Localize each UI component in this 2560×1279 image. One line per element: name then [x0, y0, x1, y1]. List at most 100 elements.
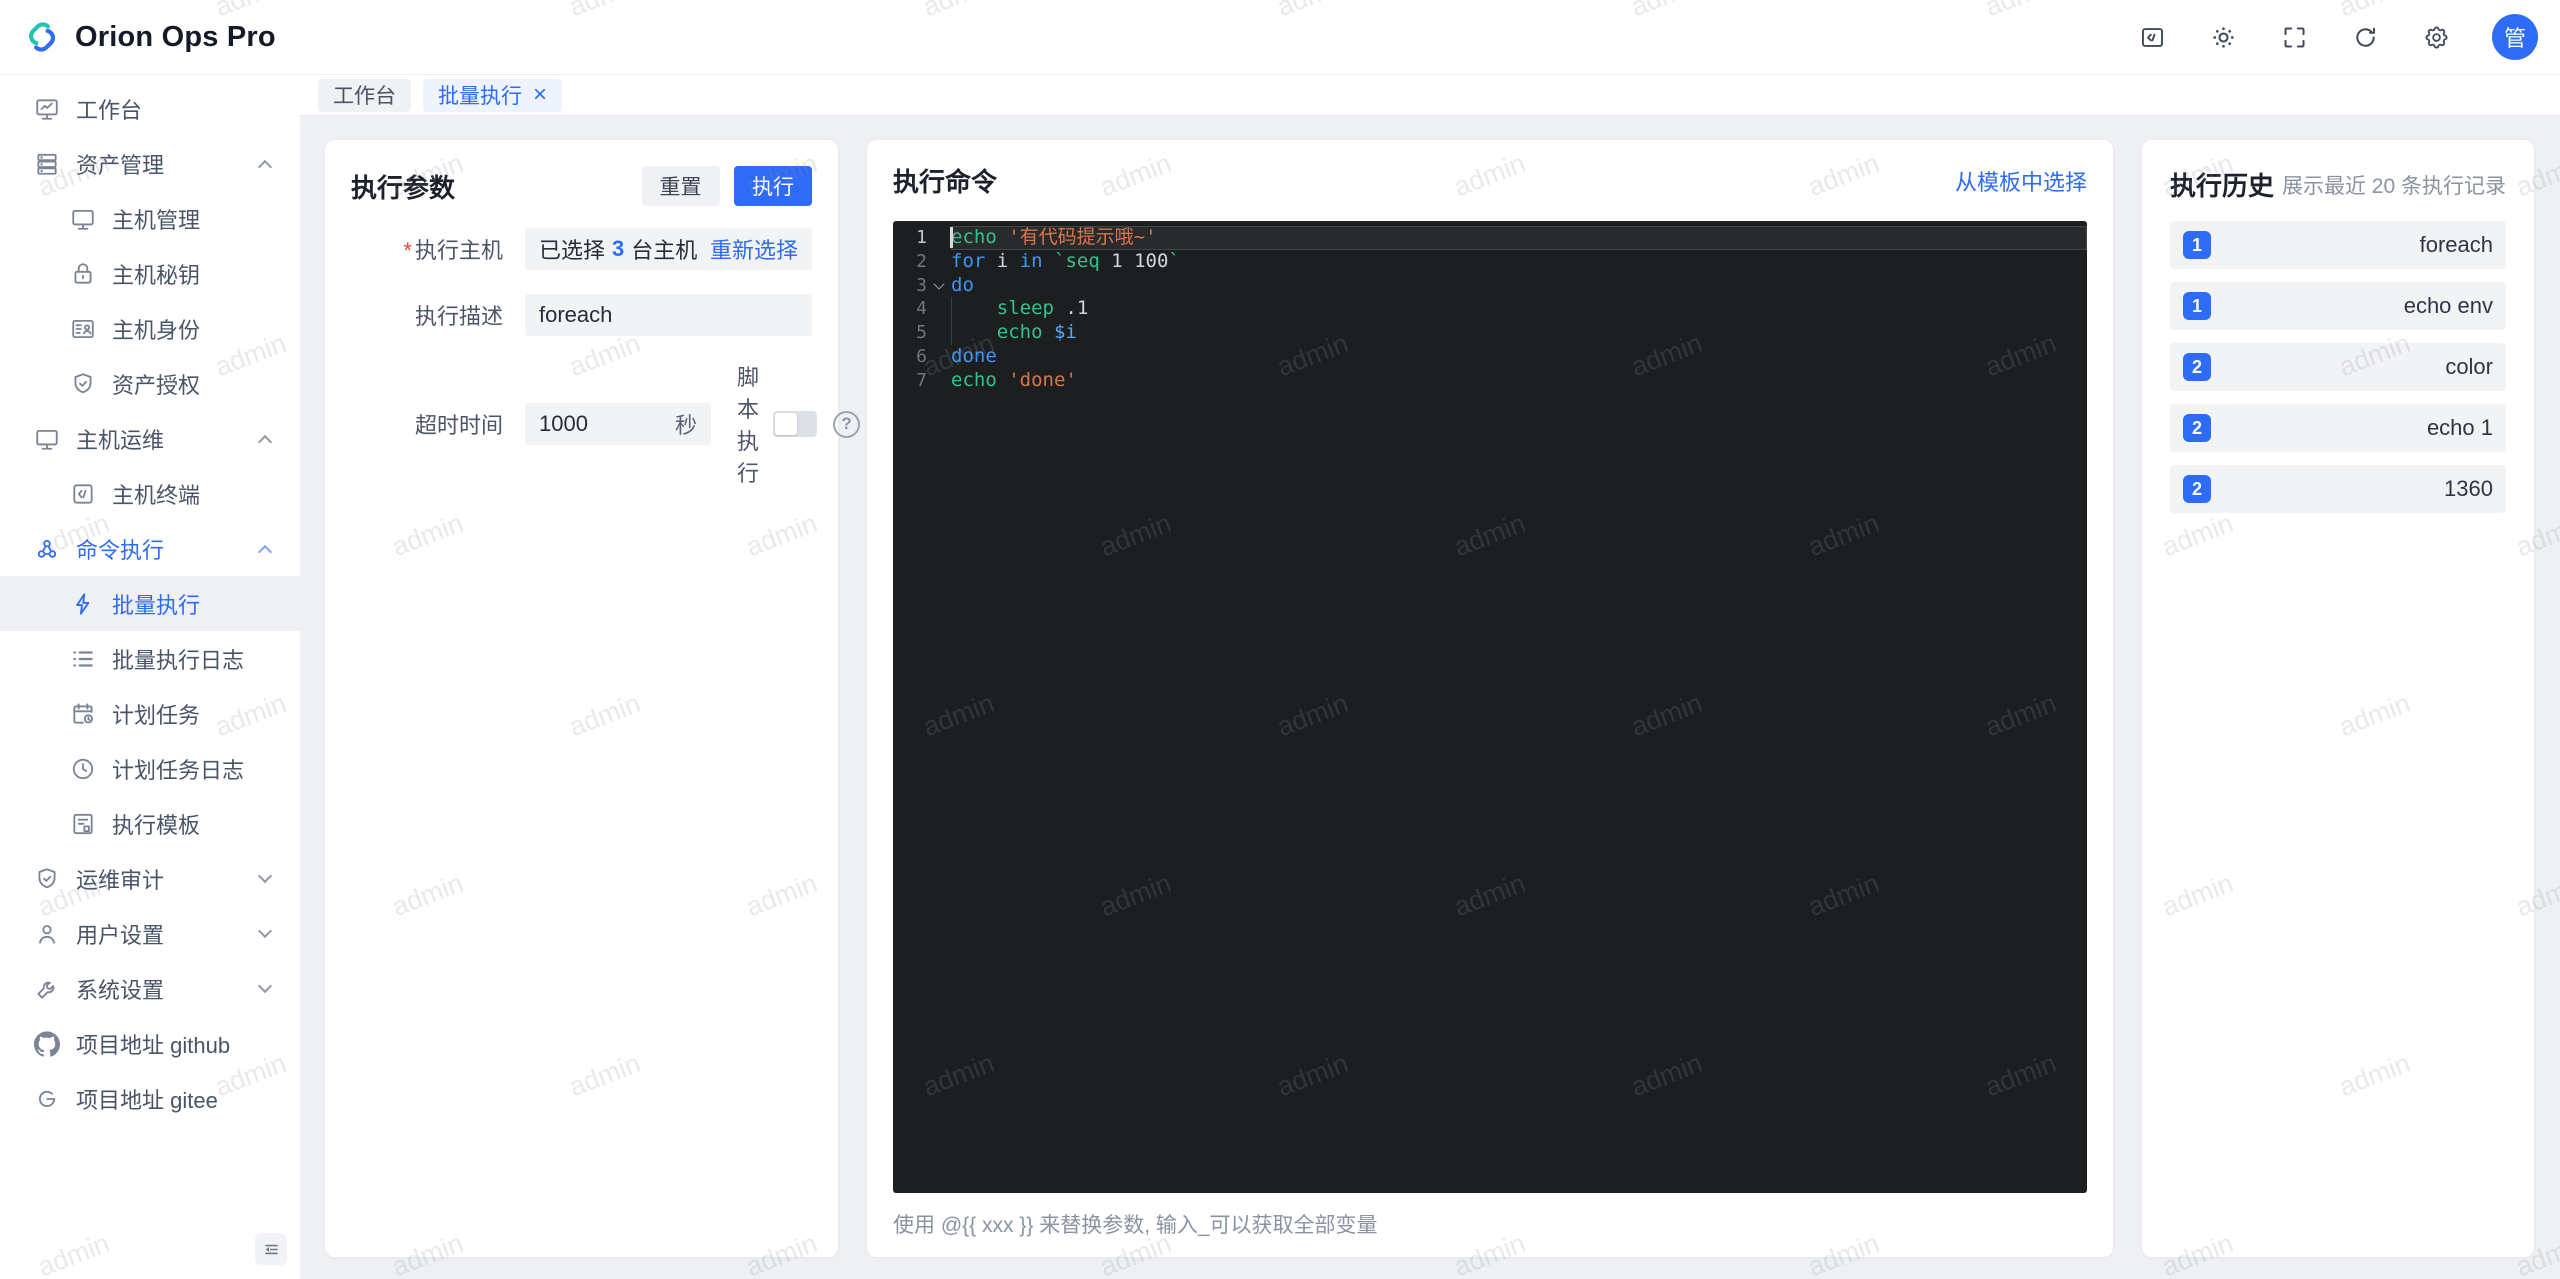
log-icon [70, 646, 96, 672]
avatar[interactable]: 管 [2492, 14, 2538, 60]
history-item[interactable]: 1 echo env [2170, 282, 2506, 330]
timeout-input[interactable] [539, 411, 675, 437]
sidebar-item-label: 批量执行 [112, 592, 201, 618]
sidebar-item-label: 项目地址 gitee [76, 1087, 218, 1113]
sidebar-item-gitee[interactable]: 项目地址 gitee [0, 1071, 300, 1126]
sidebar-menu: 工作台 资产管理 主机管理主机秘钥主机身份资产授权主机运维主机终端命令执行批量执行批… [0, 75, 300, 1126]
host-count-badge: 2 [2183, 353, 2211, 381]
tab-workbench[interactable]: 工作台 [318, 78, 411, 112]
logo-icon [28, 22, 56, 52]
fold-gutter [927, 226, 951, 250]
chevron-up-icon [257, 544, 273, 560]
host-select-field[interactable]: 已选择 3 台主机 重新选择 [525, 228, 812, 270]
code-line: 7 echo 'done' [893, 369, 2087, 393]
template-icon [70, 811, 96, 837]
script-exec-label: 脚本执行 [737, 365, 760, 486]
select-from-template-link[interactable]: 从模板中选择 [1955, 165, 2087, 197]
sidebar-item-label: 运维审计 [76, 867, 165, 893]
sidebar-item-host-terminal[interactable]: 主机终端 [0, 466, 300, 521]
line-number: 3 [916, 274, 927, 296]
chevron-up-icon [257, 434, 273, 450]
line-number: 2 [916, 250, 927, 272]
fold-gutter [927, 345, 951, 369]
code-line: 4 sleep .1 [893, 297, 2087, 322]
sidebar-item-host-mgmt[interactable]: 主机管理 [0, 191, 300, 246]
tab-batch-exec[interactable]: 批量执行 × [423, 78, 563, 112]
code-text: echo $i [951, 321, 2087, 345]
fullscreen-icon[interactable] [2279, 22, 2309, 52]
sidebar-item-label: 主机运维 [76, 427, 165, 453]
sidebar-item-exec-template[interactable]: 执行模板 [0, 796, 300, 851]
sidebar-item-schedule-task-log[interactable]: 计划任务日志 [0, 741, 300, 796]
toggle-knob [775, 413, 798, 435]
help-icon[interactable]: ? [833, 410, 861, 438]
sidebar-item-asset-mgmt[interactable]: 资产管理 [0, 136, 300, 191]
host-row: * 执行主机 已选择 3 台主机 重新选择 [351, 228, 812, 270]
theme-icon[interactable] [2208, 22, 2238, 52]
fold-gutter [927, 250, 951, 274]
line-number: 4 [916, 298, 927, 320]
sidebar-collapse-button[interactable] [255, 1233, 287, 1265]
history-item[interactable]: 2 echo 1 [2170, 404, 2506, 452]
history-panel: 执行历史 展示最近 20 条执行记录 1 foreach 1 echo env 2 col… [2142, 140, 2534, 1257]
sidebar-item-user-settings[interactable]: 用户设置 [0, 906, 300, 961]
sidebar-item-workbench[interactable]: 工作台 [0, 81, 300, 136]
line-number: 5 [916, 322, 927, 344]
app-title: Orion Ops Pro [75, 20, 276, 53]
refresh-icon[interactable] [2350, 22, 2380, 52]
reset-button[interactable]: 重置 [641, 166, 720, 206]
sidebar-item-asset-grant[interactable]: 资产授权 [0, 356, 300, 411]
sidebar-item-command-exec[interactable]: 命令执行 [0, 521, 300, 576]
code-text: sleep .1 [951, 297, 2087, 322]
lock-icon [70, 261, 96, 287]
host-count: 3 [612, 236, 625, 261]
sidebar-item-batch-exec-log[interactable]: 批量执行日志 [0, 631, 300, 686]
terminal-icon [70, 481, 96, 507]
fold-chevron-icon[interactable] [927, 274, 951, 298]
sidebar-item-label: 资产授权 [112, 372, 201, 398]
sidebar-item-label: 计划任务 [112, 702, 201, 728]
settings-icon[interactable] [2421, 22, 2451, 52]
desc-input[interactable] [539, 302, 798, 328]
host-value-suffix: 台主机 [631, 238, 698, 263]
reselect-link[interactable]: 重新选择 [710, 233, 798, 265]
sidebar-item-label: 执行模板 [112, 812, 201, 838]
host-label: * 执行主机 [403, 238, 503, 263]
sidebar: 工作台 资产管理 主机管理主机秘钥主机身份资产授权主机运维主机终端命令执行批量执行批… [0, 75, 300, 1279]
history-item[interactable]: 2 color [2170, 343, 2506, 391]
execute-button[interactable]: 执行 [734, 166, 812, 206]
sidebar-item-host-key[interactable]: 主机秘钥 [0, 246, 300, 301]
exec-icon [34, 536, 60, 562]
code-text: echo '有代码提示哦~' [950, 226, 2087, 250]
sidebar-item-label: 主机秘钥 [112, 262, 201, 288]
sidebar-item-host-identity[interactable]: 主机身份 [0, 301, 300, 356]
sidebar-item-schedule-task[interactable]: 计划任务 [0, 686, 300, 741]
line-number: 1 [916, 227, 927, 248]
tab-close-icon[interactable]: × [533, 83, 547, 107]
params-panel: 执行参数 重置 执行 *执行主机 已选择 3 台主机 重新选择 执行描述 超时时… [325, 140, 861, 1257]
sidebar-item-label: 主机终端 [112, 482, 201, 508]
history-item[interactable]: 1 foreach [2170, 221, 2506, 269]
host-count-badge: 1 [2183, 231, 2211, 259]
history-panel-title: 执行历史 [2170, 171, 2275, 201]
sidebar-item-ops-audit[interactable]: 运维审计 [0, 851, 300, 906]
code-text: echo 'done' [951, 368, 1077, 391]
command-panel: 执行命令 从模板中选择 1 echo '有代码提示哦~' 2 for i in `se… [867, 140, 2113, 1257]
code-window-icon[interactable] [2137, 22, 2167, 52]
sidebar-item-batch-exec[interactable]: 批量执行 [0, 576, 300, 631]
history-item[interactable]: 2 1360 [2170, 465, 2506, 513]
code-text: do [951, 273, 974, 296]
sidebar-item-system-settings[interactable]: 系统设置 [0, 961, 300, 1016]
desc-row: 执行描述 [351, 294, 812, 336]
gitee-icon [34, 1086, 60, 1112]
code-editor[interactable]: 1 echo '有代码提示哦~' 2 for i in `seq 1 100` 3 do 4… [893, 221, 2087, 1193]
sidebar-item-host-ops[interactable]: 主机运维 [0, 411, 300, 466]
line-number: 6 [916, 345, 927, 367]
script-exec-toggle[interactable] [773, 411, 818, 437]
history-item-name: echo 1 [2426, 415, 2493, 440]
fold-gutter [927, 369, 951, 393]
sidebar-item-label: 命令执行 [76, 537, 165, 563]
sidebar-item-github[interactable]: 项目地址 github [0, 1016, 300, 1071]
wrench-icon [34, 976, 60, 1002]
editor-hint: 使用 @{{ xxx }} 来替换参数, 输入_可以获取全部变量 [893, 1214, 1378, 1237]
